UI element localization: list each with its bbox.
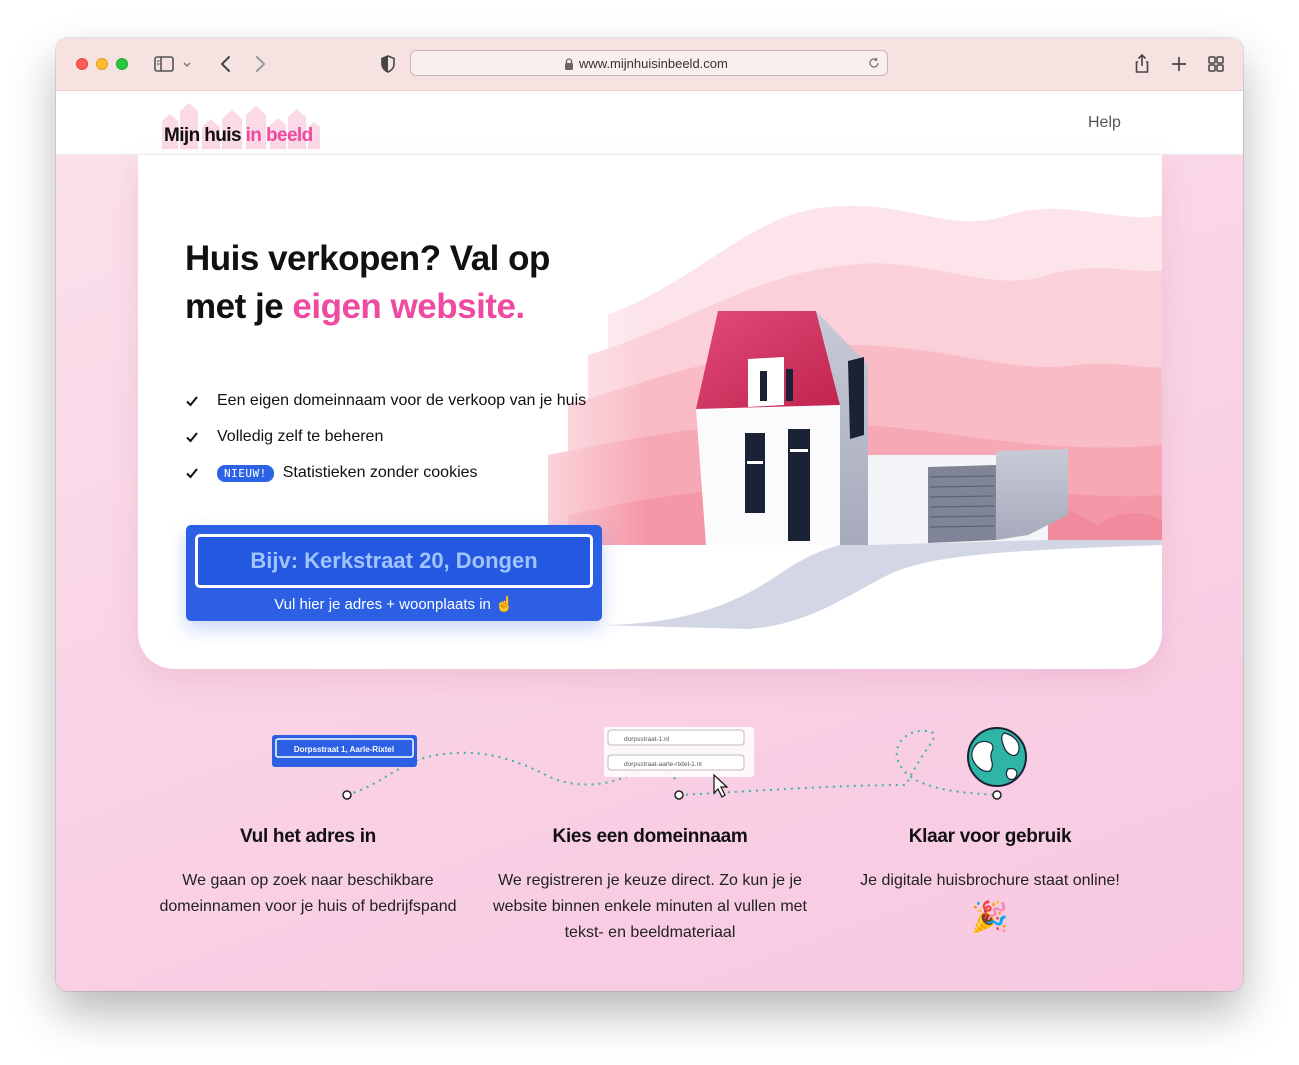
privacy-shield-icon[interactable] <box>376 52 400 76</box>
domain-option-2: dorpsstraat-aarle-rixtel-1.nl <box>624 761 702 768</box>
browser-toolbar: www.mijnhuisinbeeld.com <box>56 38 1243 91</box>
address-search-box: Vul hier je adres + woonplaats in ☝️ <box>186 525 602 621</box>
step-title: Kies een domeinnaam <box>552 826 748 847</box>
checkmark-icon <box>186 396 198 407</box>
step-domain: Kies een domeinnaam We registreren je ke… <box>490 826 810 946</box>
back-icon[interactable] <box>214 52 238 76</box>
steps-illustration: Dorpsstraat 1, Aarle-Rixtel dorpsstraat-… <box>272 727 1027 800</box>
globe-icon <box>967 727 1027 787</box>
feature-item: Volledig zelf te beheren <box>185 419 586 455</box>
sidebar-toggle-icon[interactable] <box>152 52 176 76</box>
site-header: Mijn huis in beeld Help <box>56 91 1243 155</box>
new-tab-icon[interactable] <box>1167 52 1191 76</box>
lock-icon <box>565 58 573 70</box>
address-bar[interactable]: www.mijnhuisinbeeld.com <box>410 50 888 76</box>
feature-text: Statistieken zonder cookies <box>282 464 478 481</box>
checkmark-icon <box>186 432 198 443</box>
logo-text-main: Mijn huis <box>164 125 246 146</box>
hero-title-line1: Huis verkopen? Val op <box>185 239 550 278</box>
feature-list: Een eigen domeinnaam voor de verkoop van… <box>185 383 586 491</box>
domain-option-1: dorpsstraat-1.nl <box>624 736 670 743</box>
url-text: www.mijnhuisinbeeld.com <box>579 56 728 71</box>
step-address: Vul het adres in We gaan op zoek naar be… <box>148 826 468 920</box>
hero-title-accent: eigen website. <box>292 287 525 326</box>
hero-title: Huis verkopen? Val op met je eigen websit… <box>185 235 605 331</box>
checkmark-icon <box>186 468 198 479</box>
browser-window: www.mijnhuisinbeeld.com Mijn huis in bee… <box>56 38 1243 991</box>
step-text: Je digitale huisbrochure staat online! <box>860 872 1120 889</box>
minimize-window-button[interactable] <box>96 58 108 70</box>
close-window-button[interactable] <box>76 58 88 70</box>
hero-title-prefix: met je <box>185 287 293 326</box>
address-input[interactable] <box>195 534 593 588</box>
feature-text: Volledig zelf te beheren <box>217 428 384 445</box>
feature-item: Een eigen domeinnaam voor de verkoop van… <box>185 383 586 419</box>
step-title: Vul het adres in <box>240 826 376 847</box>
logo-text: Mijn huis in beeld <box>164 125 313 147</box>
site-logo[interactable]: Mijn huis in beeld <box>160 97 320 149</box>
new-badge: NIEUW! <box>217 464 274 482</box>
zoom-window-button[interactable] <box>116 58 128 70</box>
share-icon[interactable] <box>1130 52 1154 76</box>
hero-card: Huis verkopen? Val op met je eigen websit… <box>138 155 1162 669</box>
address-sign-text: Dorpsstraat 1, Aarle-Rixtel <box>294 745 394 754</box>
step-title: Klaar voor gebruik <box>908 826 1072 847</box>
tab-overview-icon[interactable] <box>1204 52 1228 76</box>
chevron-down-icon[interactable] <box>180 52 194 76</box>
help-link[interactable]: Help <box>1088 114 1121 132</box>
address-hint: Vul hier je adres + woonplaats in ☝️ <box>274 596 514 613</box>
step-text: We gaan op zoek naar beschikbare domeinn… <box>159 872 457 915</box>
party-popper-icon: 🎉 <box>971 901 1009 934</box>
step-ready: Klaar voor gebruik Je digitale huisbroch… <box>830 826 1150 935</box>
forward-icon[interactable] <box>248 52 272 76</box>
feature-item: NIEUW! Statistieken zonder cookies <box>185 455 586 491</box>
step-text: We registreren je keuze direct. Zo kun j… <box>493 872 807 941</box>
logo-text-accent: in beeld <box>245 125 314 146</box>
feature-text: Een eigen domeinnaam voor de verkoop van… <box>217 392 587 409</box>
reload-icon[interactable] <box>867 56 881 70</box>
